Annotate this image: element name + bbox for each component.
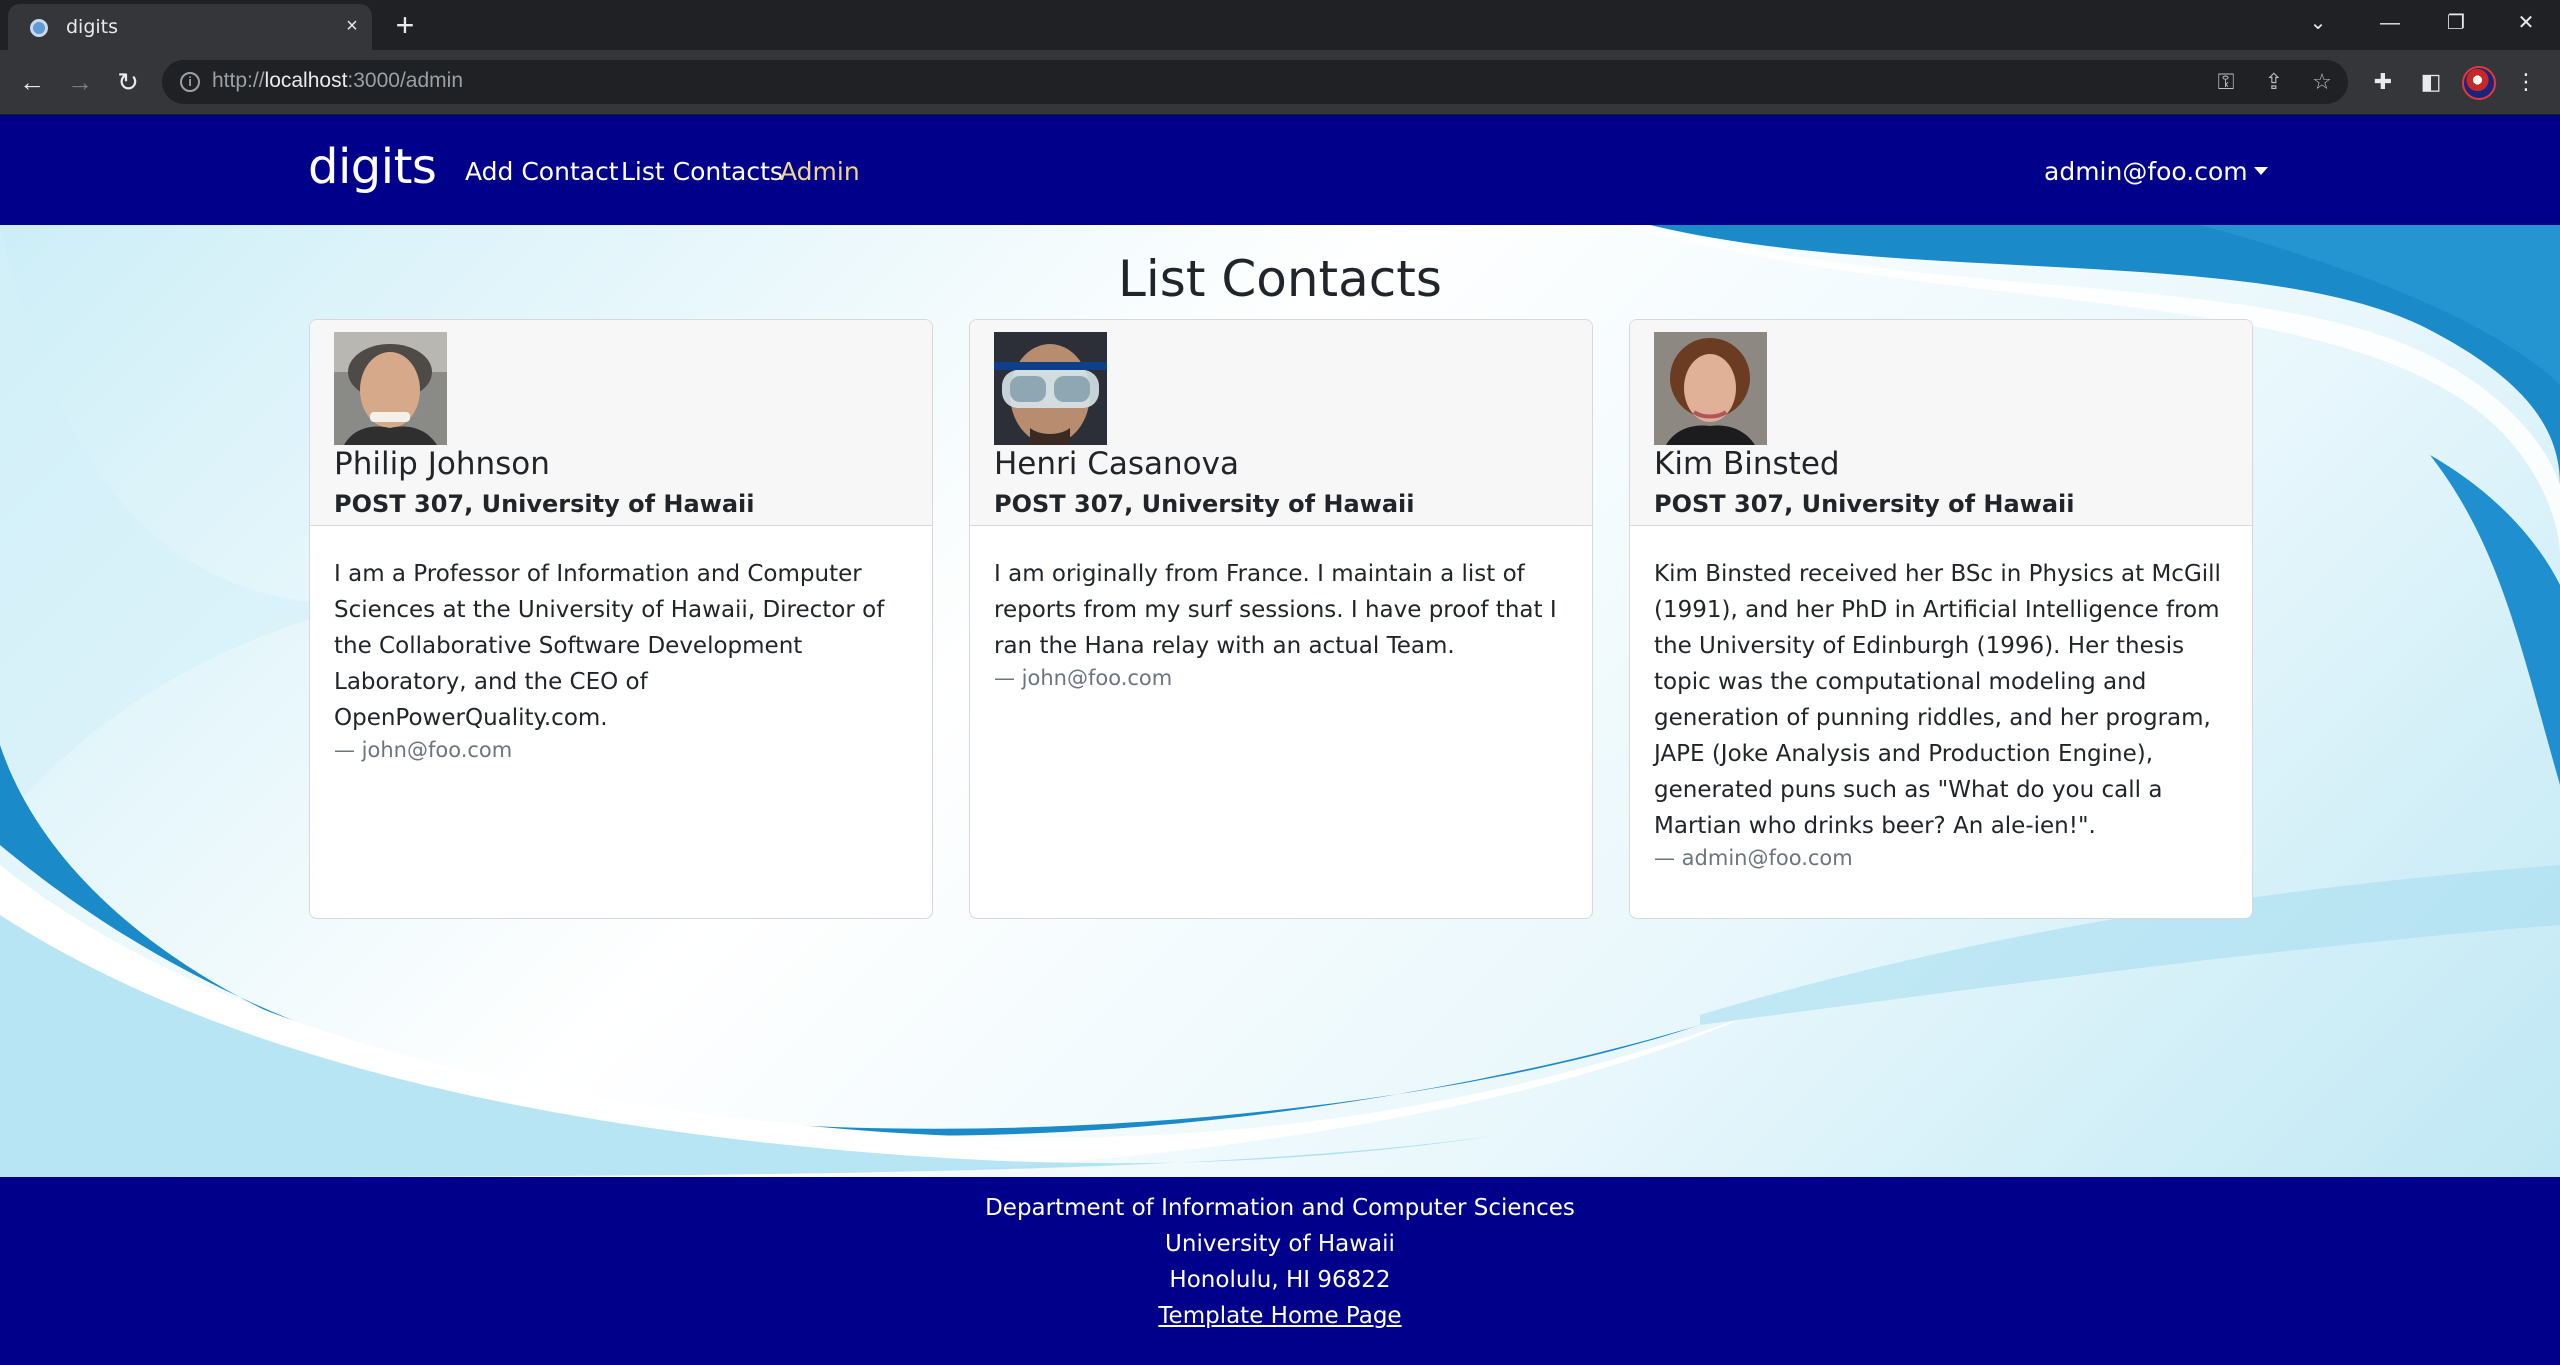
back-icon[interactable]: ← bbox=[14, 64, 50, 100]
password-key-icon[interactable]: ⚿ bbox=[2212, 68, 2240, 96]
browser-tab[interactable]: digits × bbox=[8, 4, 372, 50]
page-title: List Contacts bbox=[1118, 250, 1442, 308]
new-tab-button[interactable]: + bbox=[390, 8, 420, 42]
contact-description: I am originally from France. I maintain … bbox=[994, 561, 1557, 659]
contact-address: POST 307, University of Hawaii bbox=[1654, 490, 2075, 518]
bookmark-star-icon[interactable]: ☆ bbox=[2308, 68, 2336, 96]
contact-address: POST 307, University of Hawaii bbox=[334, 490, 755, 518]
profile-avatar-icon[interactable] bbox=[2462, 66, 2496, 100]
share-icon[interactable]: ⇪ bbox=[2260, 68, 2288, 96]
footer-address: Honolulu, HI 96822 bbox=[1169, 1267, 1391, 1293]
contact-name: Philip Johnson bbox=[334, 446, 550, 482]
contact-card: Henri Casanova POST 307, University of H… bbox=[969, 319, 1593, 919]
reload-icon[interactable]: ↻ bbox=[110, 64, 146, 100]
card-body: I am a Professor of Information and Comp… bbox=[334, 556, 914, 764]
card-header: Henri Casanova POST 307, University of H… bbox=[970, 320, 1592, 526]
nav-list-contacts[interactable]: List Contacts bbox=[621, 157, 783, 186]
user-dropdown[interactable]: admin@foo.com bbox=[2044, 157, 2268, 186]
template-home-link[interactable]: Template Home Page bbox=[1158, 1303, 1401, 1329]
contact-name: Kim Binsted bbox=[1654, 446, 1840, 482]
browser-tab-bar: digits × + ⌄ — ❐ ✕ bbox=[0, 0, 2560, 50]
url-text[interactable]: http://localhost:3000/admin bbox=[212, 69, 463, 93]
user-email: admin@foo.com bbox=[2044, 157, 2248, 186]
card-header: Kim Binsted POST 307, University of Hawa… bbox=[1630, 320, 2252, 526]
forward-icon[interactable]: → bbox=[62, 64, 98, 100]
card-header: Philip Johnson POST 307, University of H… bbox=[310, 320, 932, 526]
extensions-icon[interactable]: ✚ bbox=[2367, 66, 2399, 98]
site-info-icon[interactable]: i bbox=[180, 72, 200, 92]
caret-down-icon bbox=[2253, 167, 2268, 175]
contact-name: Henri Casanova bbox=[994, 446, 1239, 482]
footer-university: University of Hawaii bbox=[1165, 1231, 1395, 1257]
brand-logo[interactable]: digits bbox=[308, 139, 437, 195]
site-favicon-icon bbox=[30, 19, 48, 37]
browser-menu-icon[interactable]: ⋮ bbox=[2510, 66, 2542, 98]
site-navbar: digits Add Contact List Contacts Admin a… bbox=[0, 115, 2560, 225]
tab-search-icon[interactable]: ⌄ bbox=[2298, 8, 2338, 38]
contact-photo bbox=[1654, 332, 1767, 445]
site-footer: Department of Information and Computer S… bbox=[0, 1177, 2560, 1365]
nav-admin[interactable]: Admin bbox=[780, 157, 860, 186]
contact-description: I am a Professor of Information and Comp… bbox=[334, 561, 885, 731]
contact-owner: — john@foo.com bbox=[994, 666, 1173, 690]
contact-owner: — admin@foo.com bbox=[1654, 846, 1853, 870]
tab-title: digits bbox=[66, 16, 119, 38]
restore-icon[interactable]: ❐ bbox=[2436, 8, 2476, 38]
contact-photo bbox=[334, 332, 447, 445]
contact-owner: — john@foo.com bbox=[334, 738, 513, 762]
contact-photo bbox=[994, 332, 1107, 445]
card-body: Kim Binsted received her BSc in Physics … bbox=[1654, 556, 2234, 872]
footer-department: Department of Information and Computer S… bbox=[985, 1195, 1575, 1221]
contact-address: POST 307, University of Hawaii bbox=[994, 490, 1415, 518]
close-window-icon[interactable]: ✕ bbox=[2506, 8, 2546, 38]
nav-add-contact[interactable]: Add Contact bbox=[465, 157, 619, 186]
contact-description: Kim Binsted received her BSc in Physics … bbox=[1654, 561, 2221, 839]
card-body: I am originally from France. I maintain … bbox=[994, 556, 1574, 692]
side-panel-icon[interactable]: ◧ bbox=[2415, 66, 2447, 98]
contact-card: Kim Binsted POST 307, University of Hawa… bbox=[1629, 319, 2253, 919]
minimize-icon[interactable]: — bbox=[2370, 8, 2410, 38]
browser-toolbar: ← → ↻ i http://localhost:3000/admin ⚿ ⇪ … bbox=[0, 50, 2560, 115]
address-bar[interactable]: i http://localhost:3000/admin ⚿ ⇪ ☆ bbox=[162, 60, 2348, 104]
web-page: digits Add Contact List Contacts Admin a… bbox=[0, 115, 2560, 1365]
contact-card: Philip Johnson POST 307, University of H… bbox=[309, 319, 933, 919]
tab-close-icon[interactable]: × bbox=[340, 14, 364, 38]
